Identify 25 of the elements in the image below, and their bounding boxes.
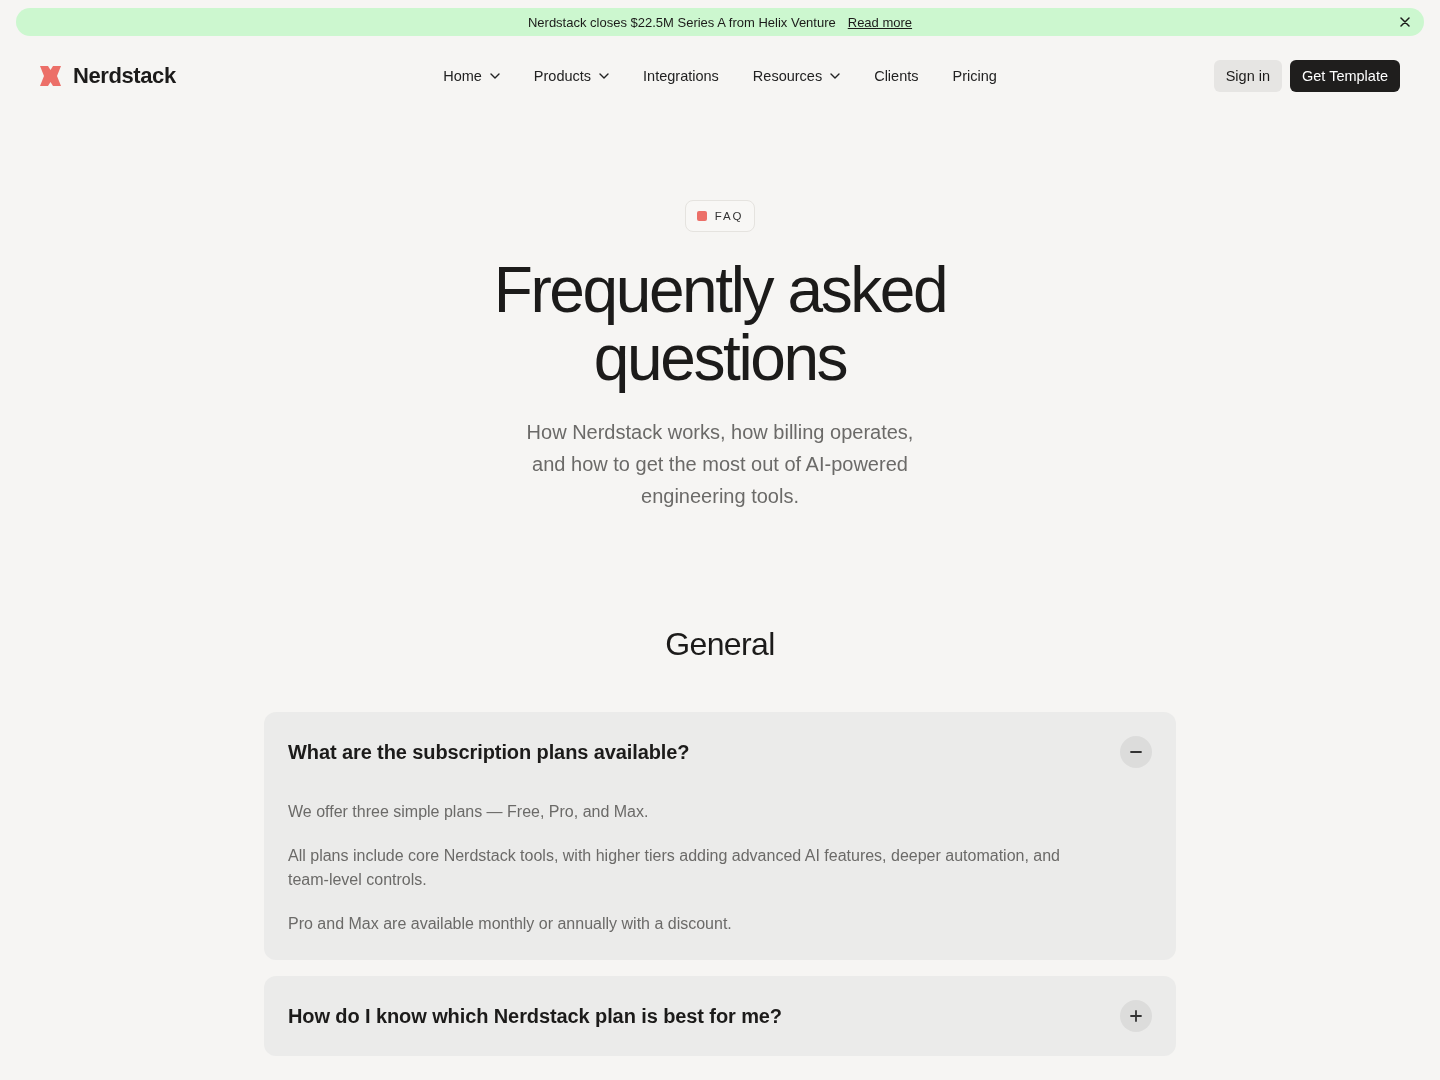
page-subtitle: How Nerdstack works, how billing operates, and how to get the most out of AI-powered engineering tools. bbox=[525, 420, 915, 509]
logo-icon bbox=[40, 66, 61, 86]
close-icon bbox=[1400, 17, 1410, 27]
section-heading: General bbox=[664, 625, 776, 664]
faq-answer: All plans include core Nerdstack tools, with higher tiers adding advanced AI features, deeper automation, and team-level controls. bbox=[288, 846, 1061, 890]
page-heading: Frequently asked questions bbox=[492, 256, 948, 392]
read-more-link[interactable]: Read more bbox=[847, 14, 913, 30]
close-button[interactable] bbox=[1400, 17, 1410, 27]
announcement-text: Nerdstack closes $22.5M Series A from Helix Venture bbox=[527, 14, 836, 30]
faq-question: How do I know which Nerdstack plan is best for me? bbox=[288, 1004, 782, 1028]
faq-answer: We offer three simple plans — Free, Pro, and Max. bbox=[288, 802, 650, 822]
nav-link[interactable]: Home bbox=[443, 68, 500, 84]
sign-in-button[interactable]: Sign in bbox=[1213, 60, 1282, 92]
nav-link[interactable]: Clients bbox=[874, 68, 919, 84]
nav-link[interactable]: Pricing bbox=[952, 68, 997, 84]
collapse-button[interactable] bbox=[1120, 736, 1152, 768]
faq-answer: Pro and Max are available monthly or annually with a discount. bbox=[288, 914, 733, 934]
get-template-button[interactable]: Get Template bbox=[1290, 60, 1400, 92]
faq-question: What are the subscription plans available? bbox=[288, 740, 690, 764]
nav-link[interactable]: Resources bbox=[752, 68, 841, 84]
badge-label: FAQ bbox=[714, 210, 744, 222]
nav-link[interactable]: Integrations bbox=[643, 68, 719, 84]
expand-button[interactable] bbox=[1120, 1000, 1152, 1032]
brand-name: Nerdstack bbox=[73, 63, 176, 89]
nav-link[interactable]: Products bbox=[533, 68, 610, 84]
